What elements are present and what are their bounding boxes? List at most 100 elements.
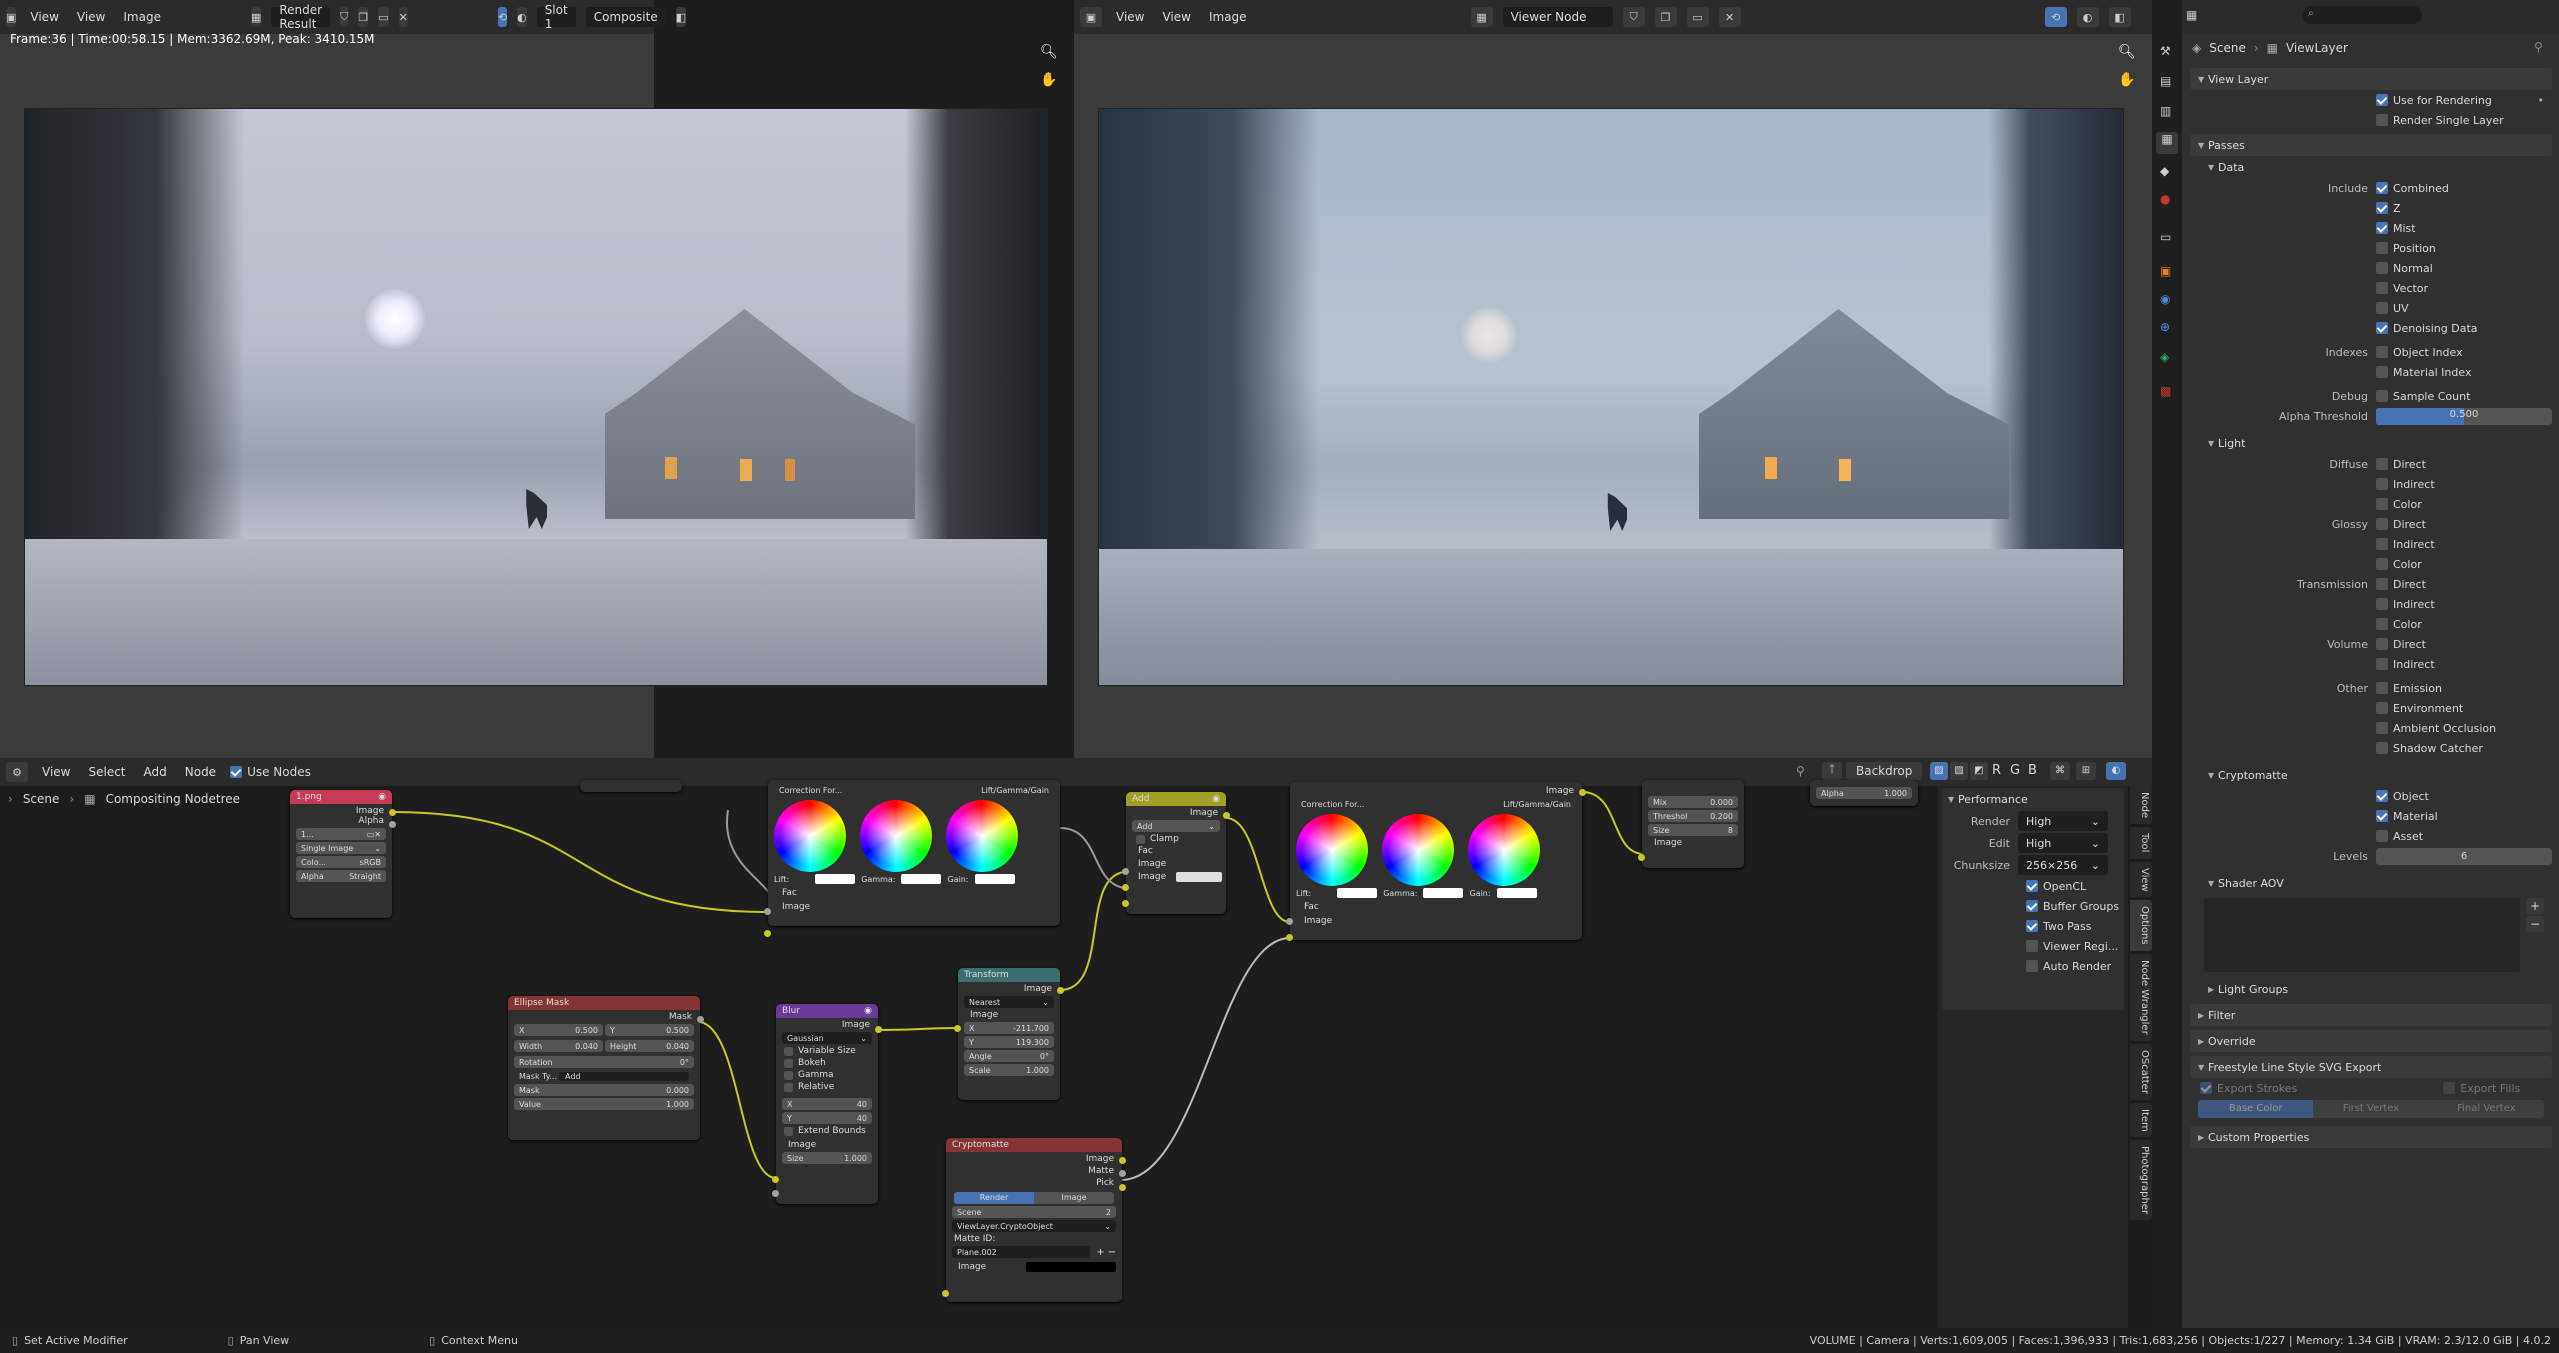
ambient-occlusion-checkbox[interactable] <box>2376 722 2388 734</box>
environment-row[interactable]: Environment <box>2190 698 2552 718</box>
slot-dropdown[interactable]: Slot 1 <box>536 3 576 31</box>
ambient-occlusion-row[interactable]: Ambient Occlusion <box>2190 718 2552 738</box>
tab-tool[interactable]: Tool <box>2130 827 2152 859</box>
bokeh-checkbox[interactable] <box>784 1058 793 1068</box>
panel-custom-properties[interactable]: ▶ Custom Properties <box>2190 1126 2552 1148</box>
gizmo-icon[interactable]: ⟲ <box>2044 7 2067 27</box>
use-for-rendering-checkbox[interactable] <box>2376 94 2388 106</box>
clamp-checkbox[interactable] <box>1136 834 1145 844</box>
image-file-field[interactable]: 1... ▭✕ <box>296 828 386 840</box>
perf-render-dropdown[interactable]: High ⌄ <box>2018 811 2108 831</box>
crypto-asset-checkbox[interactable] <box>2376 830 2388 842</box>
auto-render-row[interactable]: Auto Render <box>1942 956 2124 976</box>
ellipse-height-field[interactable]: Height 0.040 <box>605 1040 694 1052</box>
properties-search[interactable]: ⌕ <box>2302 6 2422 24</box>
image-browse-icon[interactable]: ▦ <box>250 7 262 27</box>
cb1-mode[interactable]: Lift/Gamma/Gain <box>981 786 1049 795</box>
node-add[interactable]: Add ◉ Image Add ⌄ Clamp Fac Image Image <box>1122 792 1230 914</box>
new-image-icon[interactable]: ❐ <box>358 7 369 27</box>
object-tab-icon[interactable]: ▣ <box>2160 264 2171 278</box>
extend-bounds-row[interactable]: Extend Bounds <box>776 1126 878 1136</box>
mist-row[interactable]: Mist <box>2190 218 2552 238</box>
node-cryptomatte[interactable]: Cryptomatte Image Matte Pick Render Imag… <box>942 1138 1126 1302</box>
perf-edit-dropdown[interactable]: High ⌄ <box>2018 833 2108 853</box>
diffuse-direct-row[interactable]: Diffuse Direct <box>2190 454 2552 474</box>
menu-image[interactable]: Image <box>1205 8 1251 26</box>
pan-hand-icon-left[interactable]: ✋ <box>1040 72 1057 88</box>
volume-direct-checkbox[interactable] <box>2376 638 2388 650</box>
add-icon[interactable]: + <box>1096 1247 1104 1258</box>
world-tab-icon[interactable]: ● <box>2160 192 2170 206</box>
two-pass-row[interactable]: Two Pass <box>1942 916 2124 936</box>
node-blur[interactable]: Blur ◉ Image Gaussian ⌄ Variable Size Boke… <box>772 1004 882 1204</box>
gamma-row[interactable]: Gamma <box>776 1070 878 1080</box>
crypto-object-checkbox[interactable] <box>2376 790 2388 802</box>
gain-color-wheel[interactable] <box>946 800 1018 872</box>
cb2-gain-swatch[interactable] <box>1496 888 1537 898</box>
menu-view-2[interactable]: View <box>73 8 109 26</box>
socket-cb2-image[interactable] <box>1286 934 1293 941</box>
emission-checkbox[interactable] <box>2376 682 2388 694</box>
socket-cb2-fac[interactable] <box>1286 918 1293 925</box>
glare-mix-field[interactable]: Mix 0.000 <box>1648 796 1738 808</box>
crypto-tab-render[interactable]: Render <box>954 1192 1034 1204</box>
panel-filter[interactable]: ▶ Filter <box>2190 1004 2552 1026</box>
diffuse-indirect-row[interactable]: Indirect <box>2190 474 2552 494</box>
panel-freestyle[interactable]: ▼ Freestyle Line Style SVG Export <box>2190 1056 2552 1078</box>
gizmo-icon[interactable]: ⟲ <box>497 7 508 27</box>
crypto-material-row[interactable]: Material <box>2190 806 2552 826</box>
socket-ellipse-mask[interactable] <box>697 1016 704 1023</box>
tab-node-wrangler[interactable]: Node Wrangler <box>2130 953 2152 1041</box>
lift-color-wheel[interactable] <box>774 800 846 872</box>
bokeh-row[interactable]: Bokeh <box>776 1058 878 1068</box>
glare-size-field[interactable]: Size 8 <box>1648 824 1738 836</box>
image-name-field[interactable]: Render Result <box>271 3 331 31</box>
socket-blur-size[interactable] <box>772 1190 779 1197</box>
cb1-gamma-swatch[interactable] <box>901 874 942 884</box>
node-alpha-partial[interactable]: Alpha 1.000 <box>1810 780 1918 806</box>
glossy-direct-row[interactable]: Glossy Direct <box>2190 514 2552 534</box>
image-name-field[interactable]: Viewer Node <box>1502 7 1613 27</box>
socket-add-image1[interactable] <box>1122 884 1129 891</box>
image-browse-icon[interactable]: ▦ <box>1470 7 1493 27</box>
export-strokes-checkbox[interactable] <box>2200 1082 2212 1094</box>
image-source-dropdown[interactable]: Single Image ⌄ <box>296 842 386 854</box>
socket-transform-image[interactable] <box>954 1025 961 1032</box>
tab-options[interactable]: Options <box>2130 900 2152 951</box>
node-preview-icon[interactable]: ◉ <box>1212 794 1220 804</box>
socket-blur-image[interactable] <box>772 1176 779 1183</box>
blur-x-field[interactable]: X 40 <box>782 1098 872 1110</box>
shader-aov-list[interactable] <box>2204 898 2520 972</box>
tab-node[interactable]: Node <box>2130 786 2152 825</box>
socket-blur-out[interactable] <box>875 1026 882 1033</box>
transmission-color-checkbox[interactable] <box>2376 618 2388 630</box>
uv-checkbox[interactable] <box>2376 302 2388 314</box>
cb2-mode[interactable]: Lift/Gamma/Gain <box>1503 800 1571 809</box>
tab-first-vertex[interactable]: First Vertex <box>2313 1100 2429 1118</box>
material-index-checkbox[interactable] <box>2376 366 2388 378</box>
editor-type-icon[interactable]: ▣ <box>6 7 17 27</box>
socket-crypto-image-in[interactable] <box>942 1290 949 1297</box>
display-channels-icon[interactable]: ◧ <box>2108 7 2131 27</box>
shield-icon[interactable]: ⛉ <box>340 7 349 27</box>
emission-row[interactable]: Other Emission <box>2190 678 2552 698</box>
open-folder-icon[interactable]: ▭ <box>1686 7 1709 27</box>
mist-checkbox[interactable] <box>2376 222 2388 234</box>
mask-type-dropdown[interactable]: Add <box>559 1071 689 1081</box>
opencl-row[interactable]: OpenCL <box>1942 876 2124 896</box>
gamma-color-wheel[interactable] <box>860 800 932 872</box>
subpanel-light-groups[interactable]: ▶ Light Groups <box>2190 978 2552 1000</box>
export-fills-checkbox[interactable] <box>2443 1082 2456 1094</box>
open-folder-icon[interactable]: ▭ <box>378 7 389 27</box>
object-index-row[interactable]: Indexes Object Index <box>2190 342 2552 362</box>
node-preview-icon[interactable]: ◉ <box>864 1006 872 1016</box>
buffer-groups-checkbox[interactable] <box>2026 900 2038 912</box>
render-single-layer-row[interactable]: Render Single Layer <box>2190 110 2552 130</box>
vector-row[interactable]: Vector <box>2190 278 2552 298</box>
variable-size-checkbox[interactable] <box>784 1046 793 1056</box>
diffuse-direct-checkbox[interactable] <box>2376 458 2388 470</box>
socket-crypto-image-out[interactable] <box>1119 1157 1126 1164</box>
node-preview-icon[interactable]: ◉ <box>378 792 386 802</box>
alpha-mode-dropdown[interactable]: Alpha Straight <box>296 870 386 882</box>
tab-final-vertex[interactable]: Final Vertex <box>2428 1100 2544 1118</box>
